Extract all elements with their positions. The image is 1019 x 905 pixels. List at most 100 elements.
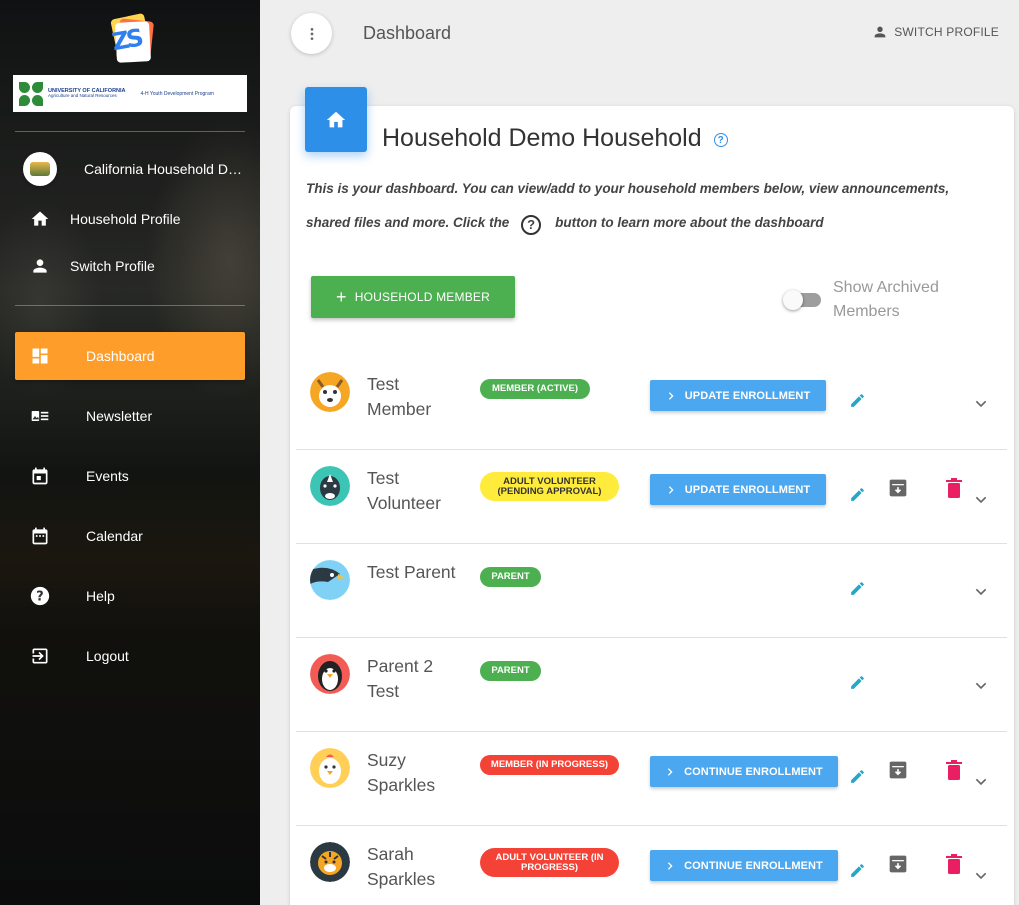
chevron-right-icon: [667, 861, 673, 870]
sidebar-item-dashboard[interactable]: Dashboard: [15, 332, 245, 380]
clover-icon: [19, 81, 43, 106]
member-name[interactable]: Suzy Sparkles: [367, 748, 457, 798]
member-row[interactable]: Test Parent PARENT: [296, 544, 1007, 638]
archive-member-button[interactable]: [887, 759, 909, 781]
edit-member-button[interactable]: [847, 672, 867, 692]
sidebar: ZS UNIVERSITY OF CALIFORNIA Agriculture …: [0, 0, 260, 905]
enrollment-button-label: CONTINUE ENROLLMENT: [684, 765, 823, 778]
chevron-right-icon: [667, 767, 673, 776]
edit-member-button[interactable]: [847, 390, 867, 410]
archive-icon: [889, 479, 907, 497]
more-vert-icon: [310, 27, 313, 40]
member-name[interactable]: Test Volunteer: [367, 466, 457, 516]
status-badge: PARENT: [480, 661, 541, 681]
pencil-icon: [850, 487, 864, 501]
help-circle-icon[interactable]: ?: [521, 215, 542, 235]
member-avatar: [310, 654, 350, 694]
sidebar-divider: [15, 131, 245, 132]
archive-member-button[interactable]: [887, 853, 909, 875]
status-badge: MEMBER (ACTIVE): [480, 379, 590, 399]
help-icon: ?: [30, 586, 50, 606]
current-profile[interactable]: California Household Demo: [23, 152, 248, 186]
expand-member-button[interactable]: [971, 394, 991, 414]
pencil-icon: [850, 581, 864, 595]
sidebar-item-newsletter[interactable]: Newsletter: [15, 392, 245, 440]
sidebar-divider: [15, 305, 245, 306]
trash-icon: [946, 760, 962, 780]
delete-member-button[interactable]: [945, 853, 963, 875]
enrollment-button-label: UPDATE ENROLLMENT: [684, 389, 811, 402]
member-avatar: [310, 842, 350, 882]
add-household-member-button[interactable]: + HOUSEHOLD MEMBER: [311, 276, 515, 318]
expand-member-button[interactable]: [971, 490, 991, 510]
enrollment-button[interactable]: CONTINUE ENROLLMENT: [650, 756, 838, 787]
enrollment-button[interactable]: UPDATE ENROLLMENT: [650, 380, 826, 411]
delete-member-button[interactable]: [945, 477, 963, 499]
pencil-icon: [850, 675, 864, 689]
help-circle-icon[interactable]: ?: [713, 133, 728, 147]
enrollment-button[interactable]: UPDATE ENROLLMENT: [650, 474, 826, 505]
expand-member-button[interactable]: [971, 676, 991, 696]
sidebar-item-household-profile[interactable]: Household Profile: [15, 203, 245, 235]
member-avatar: [310, 748, 350, 788]
status-badge: MEMBER (IN PROGRESS): [480, 755, 619, 775]
edit-member-button[interactable]: [847, 766, 867, 786]
logout-icon: [32, 648, 48, 664]
member-name[interactable]: Test Member: [367, 372, 457, 422]
archive-member-button[interactable]: [887, 477, 909, 499]
card-home-badge: [305, 87, 367, 152]
plus-icon: +: [336, 287, 347, 307]
status-badge: ADULT VOLUNTEER (PENDING APPROVAL): [480, 472, 619, 501]
chevron-down-icon: [975, 778, 987, 786]
sidebar-item-calendar[interactable]: Calendar: [15, 512, 245, 560]
dashboard-icon: [32, 348, 48, 364]
sidebar-item-help[interactable]: ? Help: [15, 572, 245, 620]
member-row[interactable]: Parent 2 Test PARENT: [296, 638, 1007, 732]
person-icon: [874, 26, 886, 38]
edit-member-button[interactable]: [847, 860, 867, 880]
pencil-icon: [850, 393, 864, 407]
member-name[interactable]: Test Parent: [367, 560, 457, 585]
svg-text:?: ?: [36, 590, 43, 605]
archive-icon: [889, 855, 907, 873]
expand-member-button[interactable]: [971, 582, 991, 602]
member-row[interactable]: Test Volunteer ADULT VOLUNTEER (PENDING A…: [296, 450, 1007, 544]
more-menu-button[interactable]: [291, 13, 332, 54]
edit-member-button[interactable]: [847, 578, 867, 598]
person-icon: [33, 259, 47, 273]
sidebar-item-label: Logout: [86, 648, 129, 664]
dashboard-intro: This is your dashboard. You can view/add…: [306, 172, 996, 240]
home-icon: [31, 211, 49, 226]
household-title: Household Demo Household: [382, 124, 702, 152]
member-name[interactable]: Sarah Sparkles: [367, 842, 457, 892]
member-avatar: [310, 372, 350, 412]
sidebar-item-label: Calendar: [86, 528, 143, 544]
pencil-icon: [850, 769, 864, 783]
member-row[interactable]: Test Member MEMBER (ACTIVE) UPDATE ENROLLM…: [296, 356, 1007, 450]
sidebar-item-label: Newsletter: [86, 408, 153, 424]
sidebar-item-logout[interactable]: Logout: [15, 632, 245, 680]
member-row[interactable]: Sarah Sparkles ADULT VOLUNTEER (IN PROGRE…: [296, 826, 1007, 905]
sidebar-item-switch-profile[interactable]: Switch Profile: [15, 250, 245, 282]
switch-profile-label: SWITCH PROFILE: [894, 25, 999, 39]
switch-profile-button[interactable]: SWITCH PROFILE: [872, 24, 999, 40]
member-row[interactable]: Suzy Sparkles MEMBER (IN PROGRESS) CONTINU…: [296, 732, 1007, 826]
edit-member-button[interactable]: [847, 484, 867, 504]
uc-4h-banner: UNIVERSITY OF CALIFORNIA Agriculture and…: [13, 75, 247, 112]
chevron-right-icon: [668, 391, 674, 400]
member-name[interactable]: Parent 2 Test: [367, 654, 457, 704]
pencil-icon: [850, 863, 864, 877]
archive-icon: [889, 761, 907, 779]
sidebar-item-events[interactable]: Events: [15, 452, 245, 500]
show-archived-toggle[interactable]: [783, 290, 821, 310]
expand-member-button[interactable]: [971, 772, 991, 792]
chevron-right-icon: [668, 485, 674, 494]
chevron-down-icon: [975, 872, 987, 880]
chevron-down-icon: [975, 496, 987, 504]
delete-member-button[interactable]: [945, 759, 963, 781]
profile-name: California Household Demo: [84, 161, 244, 177]
uc-line-3: 4-H Youth Development Program: [140, 90, 214, 97]
profile-avatar: [23, 152, 57, 186]
enrollment-button[interactable]: CONTINUE ENROLLMENT: [650, 850, 838, 881]
expand-member-button[interactable]: [971, 866, 991, 886]
